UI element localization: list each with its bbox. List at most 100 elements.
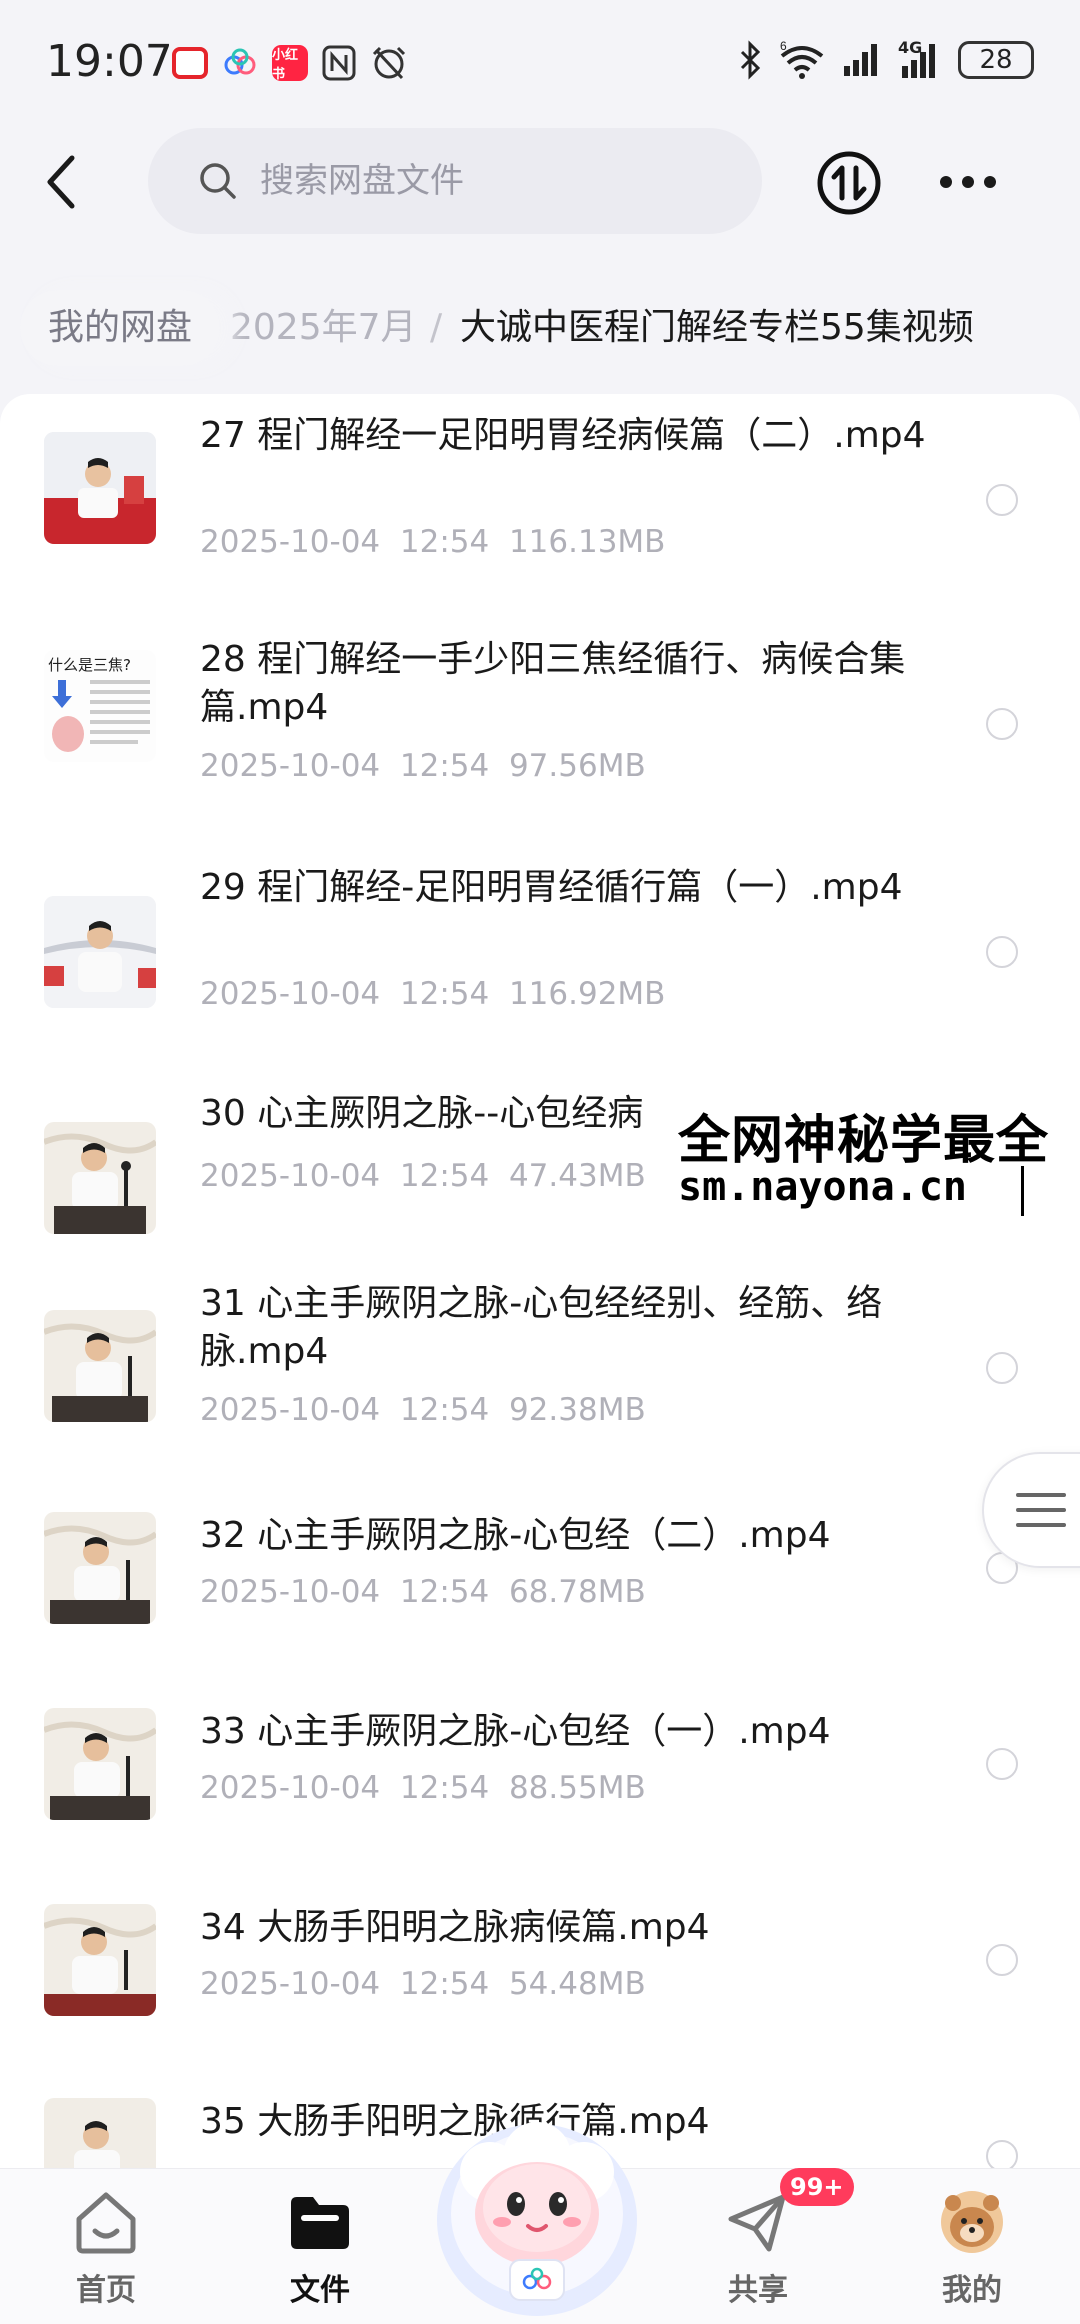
file-name: 28 程门解经一手少阳三焦经循行、病候合集篇.mp4 [200,639,906,728]
nav-files[interactable]: 文件 [250,2189,390,2319]
select-radio[interactable] [986,708,1018,740]
breadcrumb-current-folder: 大诚中医程门解经专栏55集视频 [460,307,974,348]
file-row[interactable]: 34 大肠手阳明之脉病候篇.mp4 2025-10-04 12:54 54.48… [0,1886,1080,2082]
file-list: 27 程门解经一足阳明胃经病候篇（二）.mp4 2025-10-04 12:54… [0,394,1080,2194]
file-size: 68.78MB [508,1574,646,1610]
more-dot-icon [940,176,952,188]
watermark-url: sm.nayona.cn [678,1164,967,1210]
file-date: 2025-10-04 [200,524,381,560]
file-meta: 2025-10-04 12:54 116.13MB [200,524,665,560]
nfc-icon [322,45,356,81]
send-icon [728,2194,786,2252]
notification-icons: 小红书 [172,44,408,82]
nav-share[interactable]: 共享 [688,2189,828,2319]
file-meta: 2025-10-04 12:54 92.38MB [200,1392,646,1428]
notes-app-icon [172,47,208,79]
file-date: 2025-10-04 [200,1392,381,1428]
select-radio[interactable] [986,936,1018,968]
file-size: 54.48MB [508,1966,646,2002]
file-time: 12:54 [399,524,490,560]
nav-home[interactable]: 首页 [36,2189,176,2319]
alarm-off-icon [372,46,406,80]
file-time: 12:54 [399,976,490,1012]
file-name: 34 大肠手阳明之脉病候篇.mp4 [200,1907,710,1948]
system-indicators: 6 4G 28 [738,38,1034,80]
text-caret [1021,1166,1024,1216]
file-time: 12:54 [399,1770,490,1806]
video-thumbnail [44,1708,156,1820]
cloud-drive-icon [224,48,256,75]
file-size: 92.38MB [508,1392,646,1428]
file-size: 88.55MB [508,1770,646,1806]
battery-indicator: 28 [958,41,1034,79]
file-size: 116.13MB [508,524,666,560]
file-row[interactable]: 31 心主手厥阴之脉-心包经经别、经筋、络脉.mp4 2025-10-04 12… [0,1270,1080,1494]
breadcrumb-root[interactable]: 我的网盘 [20,290,221,366]
select-radio[interactable] [986,1352,1018,1384]
watermark-text: 全网神秘学最全 [678,1111,1050,1171]
video-thumbnail [44,1512,156,1624]
file-date: 2025-10-04 [200,976,381,1012]
avatar [941,2191,1003,2253]
file-date: 2025-10-04 [200,1574,381,1610]
file-name: 27 程门解经一足阳明胃经病候篇（二）.mp4 [200,415,926,456]
file-name: 31 心主手厥阴之脉-心包经经别、经筋、络脉.mp4 [200,1283,883,1372]
select-radio[interactable] [986,484,1018,516]
file-date: 2025-10-04 [200,748,381,784]
file-row[interactable]: 什么是三焦? 28 程门解经一手少阳三焦经循行、病候合集篇.mp4 2025-1… [0,624,1080,852]
signal-icon [844,44,877,76]
more-dot-icon [962,176,974,188]
menu-line-icon [1016,1508,1066,1512]
transfer-list-icon[interactable] [816,150,882,216]
thumbnail-caption: 什么是三焦? [48,656,131,674]
breadcrumb: 2025年7月 我的网盘 / 大诚中医程门解经专栏55集视频 [20,290,1080,366]
file-row[interactable]: 27 程门解经一足阳明胃经病候篇（二）.mp4 2025-10-04 12:54… [0,394,1080,624]
video-thumbnail [44,1122,156,1234]
screen: 19:07 小红书 6 4G 28 2025年7月 [0,0,1080,2324]
file-time: 12:54 [399,1158,490,1194]
wifi-icon: 6 [780,40,824,79]
nav-mine-label: 我的 [942,2273,1002,2308]
more-dot-icon [984,176,996,188]
file-meta: 2025-10-04 12:54 116.92MB [200,976,665,1012]
file-size: 116.92MB [508,976,666,1012]
folder-icon [291,2197,349,2249]
share-badge: 99+ [780,2168,854,2206]
file-date: 2025-10-04 [200,1770,381,1806]
file-row[interactable]: 32 心主手厥阴之脉-心包经（二）.mp4 2025-10-04 12:54 6… [0,1494,1080,1690]
bluetooth-icon [740,40,761,80]
breadcrumb-separator: / [430,307,443,348]
back-button[interactable] [38,150,86,214]
home-icon [76,2192,136,2254]
file-time: 12:54 [399,748,490,784]
select-radio[interactable] [986,1748,1018,1780]
file-name: 32 心主手厥阴之脉-心包经（二）.mp4 [200,1515,831,1556]
file-time: 12:54 [399,1574,490,1610]
select-radio[interactable] [986,1944,1018,1976]
mascot-assistant-icon[interactable] [432,2110,642,2324]
search-input[interactable] [260,161,680,201]
menu-line-icon [1016,1493,1066,1497]
signal-4g-icon: 4G [898,38,942,80]
video-thumbnail [44,432,156,544]
file-row[interactable]: 29 程门解经-足阳明胃经循行篇（一）.mp4 2025-10-04 12:54… [0,852,1080,1080]
nav-home-label: 首页 [76,2273,136,2308]
search-icon [200,163,236,199]
video-thumbnail [44,896,156,1008]
watermark-overlay: 全网神秘学最全 sm.nayona.cn [676,1092,1080,1218]
search-box[interactable] [148,128,762,234]
status-time: 19:07 [46,36,173,87]
nav-mine[interactable]: 我的 [902,2189,1042,2319]
file-meta: 2025-10-04 12:54 88.55MB [200,1770,646,1806]
file-date: 2025-10-04 [200,1966,381,2002]
file-size: 97.56MB [508,748,646,784]
file-meta: 2025-10-04 12:54 68.78MB [200,1574,646,1610]
video-thumbnail [44,1904,156,2016]
nav-share-label: 共享 [728,2273,788,2308]
file-name: 33 心主手厥阴之脉-心包经（一）.mp4 [200,1711,831,1752]
file-time: 12:54 [399,1392,490,1428]
file-row[interactable]: 33 心主手厥阴之脉-心包经（一）.mp4 2025-10-04 12:54 8… [0,1690,1080,1886]
more-options-button[interactable] [940,164,1004,200]
breadcrumb-folder-month[interactable]: 2025年7月 [230,290,417,366]
video-thumbnail: 什么是三焦? [44,650,156,762]
